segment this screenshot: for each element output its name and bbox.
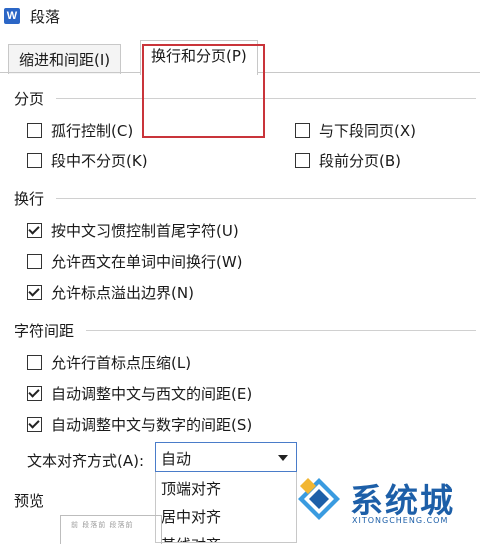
- checkbox-label: 允许西文在单词中间换行(W): [51, 253, 243, 271]
- wps-writer-icon: W: [4, 8, 20, 24]
- section-line-breaks: 换行: [14, 188, 476, 209]
- watermark-text: 系统城: [350, 481, 455, 520]
- checkbox-label: 自动调整中文与数字的间距(S): [51, 416, 253, 434]
- dialog-title: 段落: [30, 8, 61, 26]
- checkbox[interactable]: [27, 153, 42, 168]
- title-bar: W 段落: [0, 0, 480, 32]
- section-heading: 分页: [14, 90, 45, 108]
- preview-heading: 预览: [14, 492, 45, 510]
- dropdown-option-baseline[interactable]: 基线对齐: [161, 534, 221, 542]
- text-alignment-select[interactable]: 自动: [155, 442, 297, 472]
- text-alignment-label: 文本对齐方式(A):: [27, 452, 145, 470]
- xitongcheng-logo-icon: [298, 478, 340, 520]
- section-pagination: 分页: [14, 88, 476, 109]
- divider: [56, 198, 476, 199]
- checkbox-hanging-punctuation[interactable]: 允许标点溢出边界(N): [27, 282, 194, 303]
- checkbox-label: 自动调整中文与西文的间距(E): [51, 385, 253, 403]
- section-heading: 换行: [14, 190, 45, 208]
- checkbox-page-break-before[interactable]: 段前分页(B): [295, 150, 401, 171]
- checkbox[interactable]: [27, 254, 42, 269]
- checkbox-label: 允许行首标点压缩(L): [51, 354, 192, 372]
- checkbox-widow-control[interactable]: 孤行控制(C): [27, 120, 133, 141]
- checkbox-latin-word-wrap[interactable]: 允许西文在单词中间换行(W): [27, 251, 243, 272]
- checkbox[interactable]: [27, 417, 42, 432]
- checkbox[interactable]: [27, 123, 42, 138]
- dropdown-option-top[interactable]: 顶端对齐: [161, 478, 221, 499]
- selected-value: 自动: [161, 450, 192, 468]
- checkbox-auto-space-cjk-numbers[interactable]: 自动调整中文与数字的间距(S): [27, 414, 252, 435]
- checkbox-label: 孤行控制(C): [51, 122, 134, 140]
- divider: [56, 98, 476, 99]
- checkbox[interactable]: [295, 153, 310, 168]
- checkbox[interactable]: [295, 123, 310, 138]
- checkbox-keep-with-next[interactable]: 与下段同页(X): [295, 120, 416, 141]
- checkbox-label: 段中不分页(K): [51, 152, 148, 170]
- tab-strip: 缩进和间距(I) 换行和分页(P): [0, 32, 480, 138]
- preview-pane: 前 段落前 段落前: [60, 515, 162, 544]
- checkbox[interactable]: [27, 285, 42, 300]
- checkbox-keep-lines-together[interactable]: 段中不分页(K): [27, 150, 148, 171]
- chevron-down-icon[interactable]: [278, 455, 288, 461]
- checkbox[interactable]: [27, 223, 42, 238]
- checkbox-compress-leading-punctuation[interactable]: 允许行首标点压缩(L): [27, 352, 191, 373]
- checkbox[interactable]: [27, 355, 42, 370]
- tab-indent-spacing[interactable]: 缩进和间距(I): [8, 44, 122, 74]
- divider: [86, 330, 476, 331]
- text-alignment-dropdown: 顶端对齐 居中对齐 基线对齐: [155, 472, 297, 543]
- checkbox[interactable]: [27, 386, 42, 401]
- section-character-spacing: 字符间距: [14, 320, 476, 341]
- checkbox-chinese-first-last-char[interactable]: 按中文习惯控制首尾字符(U): [27, 220, 239, 241]
- checkbox-label: 允许标点溢出边界(N): [51, 284, 194, 302]
- section-heading: 字符间距: [14, 322, 75, 340]
- checkbox-label: 与下段同页(X): [319, 122, 416, 140]
- site-watermark: 系统城 XITONGCHENG.COM: [292, 470, 480, 543]
- preview-sample-text: 前 段落前 段落前: [71, 521, 134, 529]
- highlight-annotation: [142, 44, 265, 138]
- checkbox-label: 按中文习惯控制首尾字符(U): [51, 222, 239, 240]
- watermark-subtext: XITONGCHENG.COM: [352, 516, 449, 525]
- dropdown-option-center[interactable]: 居中对齐: [161, 506, 221, 527]
- checkbox-label: 段前分页(B): [319, 152, 401, 170]
- checkbox-auto-space-cjk-latin[interactable]: 自动调整中文与西文的间距(E): [27, 383, 252, 404]
